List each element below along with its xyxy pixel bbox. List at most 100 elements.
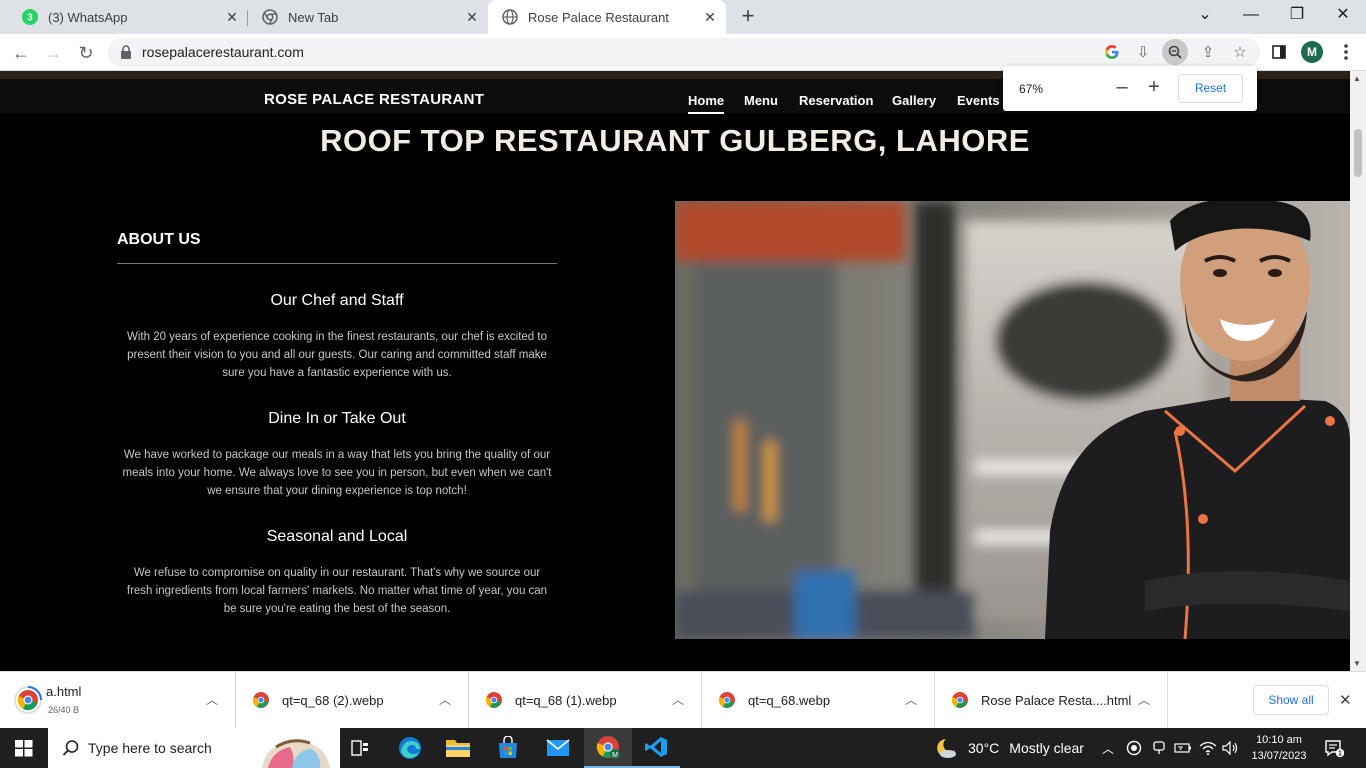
windows-taskbar: Type here to search M 30°C Mostly clear … [0, 728, 1366, 768]
chrome-taskbar-icon[interactable]: M [584, 728, 632, 768]
mail-icon[interactable] [534, 728, 582, 768]
install-app-icon[interactable]: ⇩ [1130, 39, 1156, 65]
bookmark-star-icon[interactable]: ☆ [1227, 39, 1253, 65]
scrollbar-thumb[interactable] [1354, 129, 1362, 177]
google-icon[interactable] [1099, 39, 1125, 65]
page-scrollbar[interactable]: ▲ ▼ [1350, 71, 1366, 671]
download-item[interactable]: a.html 26/40 B ︿ [0, 672, 236, 729]
about-item-chef: Our Chef and Staff With 20 years of expe… [117, 292, 557, 382]
tab-title: (3) WhatsApp [48, 9, 128, 25]
zoom-reset-button[interactable]: Reset [1178, 74, 1243, 103]
zoom-out-button[interactable]: – [1111, 77, 1133, 99]
nav-events[interactable]: Events [957, 93, 1000, 108]
zoom-in-button[interactable]: + [1143, 77, 1165, 99]
show-all-downloads-button[interactable]: Show all [1253, 685, 1329, 715]
download-item[interactable]: Rose Palace Resta....html ︿ [935, 672, 1168, 729]
lock-icon[interactable] [120, 45, 132, 59]
download-item[interactable]: qt=q_68 (1).webp ︿ [469, 672, 702, 729]
tab-whatsapp[interactable]: 3 (3) WhatsApp ✕ [8, 0, 248, 34]
chevron-up-icon[interactable]: ︿ [439, 691, 451, 708]
chevron-up-icon[interactable]: ︿ [905, 691, 917, 708]
profile-avatar[interactable]: M [1301, 41, 1323, 63]
chevron-up-icon[interactable]: ︿ [672, 691, 684, 708]
site-brand[interactable]: ROSE PALACE RESTAURANT [264, 91, 484, 108]
side-panel-icon[interactable] [1266, 39, 1292, 65]
svg-text:M: M [612, 752, 618, 759]
scroll-up-icon[interactable]: ▲ [1353, 74, 1361, 83]
close-tab-icon[interactable]: ✕ [224, 9, 240, 25]
whatsapp-icon: 3 [22, 9, 38, 25]
weather-widget[interactable]: 30°C Mostly clear [934, 728, 1084, 768]
close-tab-icon[interactable]: ✕ [702, 9, 718, 25]
close-tab-icon[interactable]: ✕ [464, 9, 480, 25]
edge-icon[interactable] [386, 728, 434, 768]
chrome-icon [718, 692, 735, 708]
search-placeholder: Type here to search [88, 740, 212, 756]
chrome-icon [951, 692, 968, 708]
about-item-title: Our Chef and Staff [270, 292, 404, 309]
close-window-button[interactable]: ✕ [1320, 0, 1366, 30]
taskbar-search-box[interactable]: Type here to search [48, 728, 340, 768]
wifi-icon[interactable] [1199, 728, 1217, 768]
nav-reservation[interactable]: Reservation [799, 93, 873, 108]
nav-gallery[interactable]: Gallery [892, 93, 936, 108]
taskbar-clock[interactable]: 10:10 am 13/07/2023 [1249, 732, 1309, 764]
about-heading: ABOUT US [117, 231, 557, 264]
search-highlight-illustration [262, 739, 330, 768]
download-name: Rose Palace Resta....html [981, 693, 1132, 708]
meet-now-icon[interactable] [1126, 728, 1142, 768]
zoom-icon[interactable] [1162, 39, 1188, 65]
tab-new-tab[interactable]: New Tab ✕ [248, 0, 488, 34]
svg-text:3: 3 [27, 13, 33, 24]
tab-title: New Tab [288, 9, 339, 25]
url-text: rosepalacerestaurant.com [142, 44, 304, 60]
reload-button[interactable]: ↻ [73, 40, 99, 66]
restore-button[interactable]: ❐ [1274, 0, 1320, 30]
nav-home[interactable]: Home [688, 93, 725, 114]
chevron-up-icon[interactable]: ︿ [1138, 691, 1150, 708]
download-progress: 26/40 B [48, 705, 80, 715]
more-menu-icon[interactable] [1336, 40, 1356, 64]
about-item-text: We have worked to package our meals in a… [122, 449, 552, 497]
about-item-text: With 20 years of experience cooking in t… [127, 331, 547, 379]
download-name: qt=q_68.webp [748, 693, 831, 708]
new-tab-button[interactable]: + [736, 5, 760, 29]
chrome-icon [262, 9, 278, 25]
about-us-section: ABOUT US Our Chef and Staff With 20 year… [117, 231, 557, 618]
close-download-bar-icon[interactable]: ✕ [1339, 691, 1352, 709]
about-item-text: We refuse to compromise on quality in ou… [126, 567, 548, 615]
download-name: qt=q_68 (2).webp [282, 693, 384, 708]
zoom-popup: 67% – + Reset [1003, 66, 1257, 111]
weather-moon-icon [937, 739, 956, 758]
download-item[interactable]: qt=q_68.webp ︿ [702, 672, 935, 729]
back-button[interactable]: ← [8, 40, 34, 66]
about-item-dine: Dine In or Take Out We have worked to pa… [117, 410, 557, 500]
about-item-title: Dine In or Take Out [268, 410, 406, 427]
share-icon[interactable]: ⇪ [1195, 39, 1221, 65]
weather-condition: Mostly clear [1009, 740, 1084, 756]
minimize-button[interactable]: — [1228, 0, 1274, 30]
volume-icon[interactable] [1222, 728, 1240, 768]
nav-menu[interactable]: Menu [744, 93, 778, 108]
tab-search-chevron-icon[interactable]: ⌄ [1182, 0, 1228, 30]
microsoft-store-icon[interactable] [484, 728, 532, 768]
task-view-icon[interactable] [336, 728, 384, 768]
tab-rose-palace[interactable]: Rose Palace Restaurant ✕ [488, 0, 726, 34]
scroll-down-icon[interactable]: ▼ [1353, 659, 1361, 668]
globe-icon [502, 9, 518, 25]
about-item-seasonal: Seasonal and Local We refuse to compromi… [117, 528, 557, 618]
location-icon[interactable] [1151, 728, 1167, 768]
battery-icon[interactable] [1174, 728, 1192, 768]
web-page: ROSE PALACE RESTAURANT Home Menu Reserva… [0, 71, 1350, 671]
vscode-icon[interactable] [632, 728, 680, 768]
notification-center-icon[interactable]: 1 [1324, 738, 1344, 758]
show-hidden-icons-icon[interactable]: ︿ [1102, 728, 1114, 768]
address-bar[interactable]: rosepalacerestaurant.com [108, 38, 1260, 67]
download-name: qt=q_68 (1).webp [515, 693, 617, 708]
windows-start-icon[interactable] [0, 728, 48, 768]
chevron-up-icon[interactable]: ︿ [206, 691, 218, 708]
file-explorer-icon[interactable] [434, 728, 482, 768]
clock-date: 13/07/2023 [1251, 750, 1307, 762]
download-item[interactable]: qt=q_68 (2).webp ︿ [236, 672, 469, 729]
forward-button[interactable]: → [40, 40, 66, 66]
